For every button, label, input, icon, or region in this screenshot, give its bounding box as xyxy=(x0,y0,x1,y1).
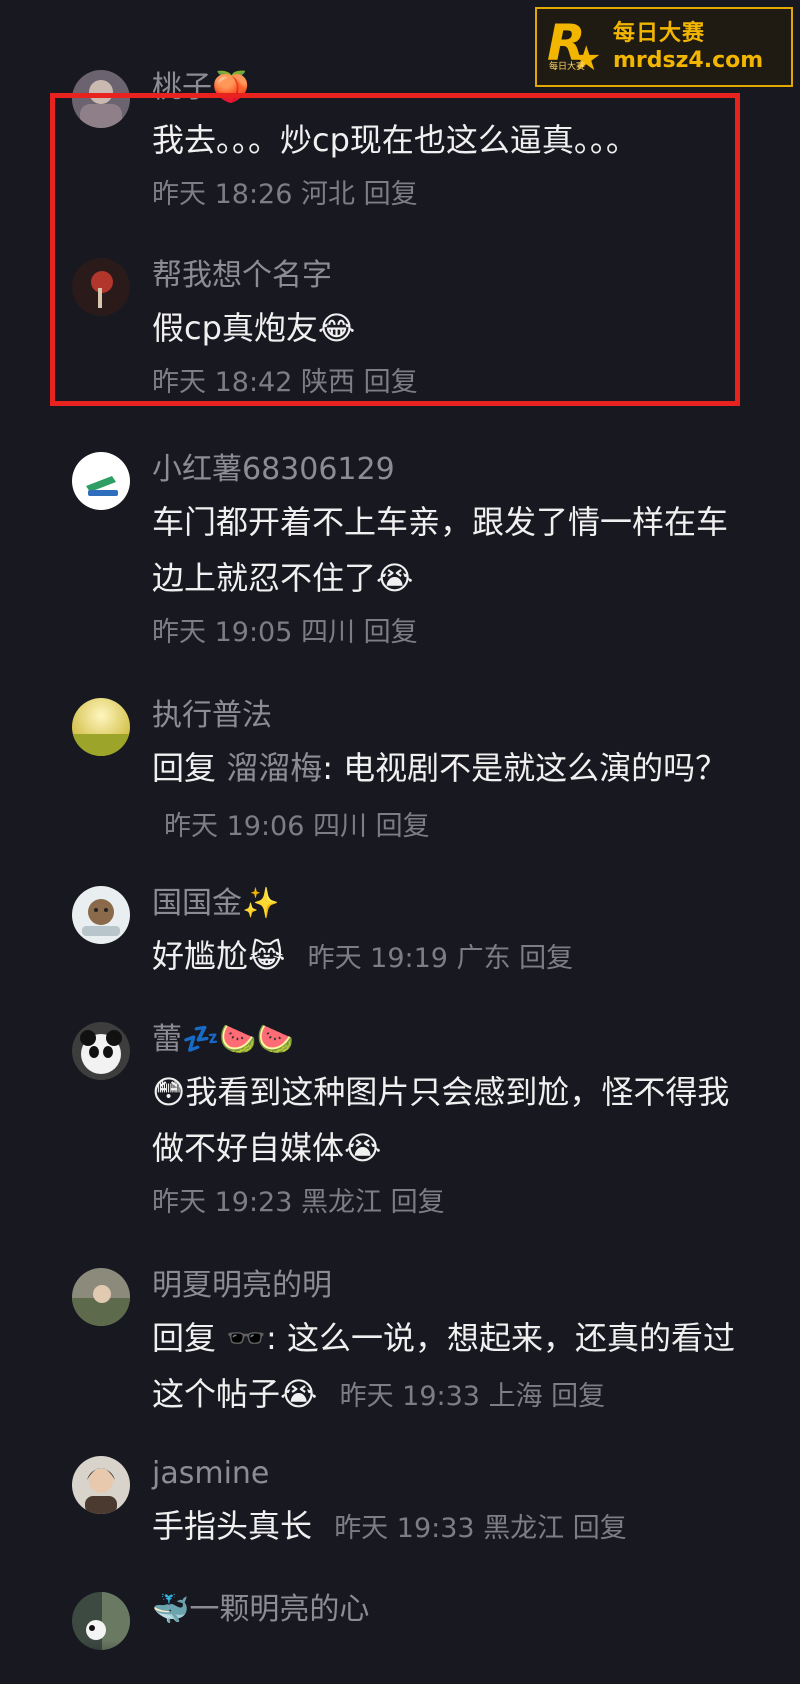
comment-text: 我去。。。炒cp现在也这么逼真。。。 xyxy=(152,121,638,159)
comment-location: 广东 xyxy=(456,943,511,974)
reply-button[interactable]: 回复 xyxy=(364,179,418,210)
bottom-fade xyxy=(0,1640,800,1684)
reply-button[interactable]: 回复 xyxy=(519,943,573,974)
comment-time: 昨天 19:33 xyxy=(339,1381,480,1412)
comment-meta: 昨天 19:23 黑龙江 回复 xyxy=(152,1176,740,1230)
avatar[interactable] xyxy=(72,1456,130,1514)
reply-button[interactable]: 回复 xyxy=(364,367,418,398)
reply-button[interactable]: 回复 xyxy=(376,811,430,842)
comment-time: 昨天 19:23 xyxy=(152,1187,293,1218)
comment-time: 昨天 19:05 xyxy=(152,617,293,648)
avatar[interactable] xyxy=(72,258,130,316)
comment-time: 昨天 19:06 xyxy=(164,811,305,842)
comment-location: 黑龙江 xyxy=(301,1187,382,1218)
comment-location: 四川 xyxy=(301,617,355,648)
watermark-title: 每日大赛 xyxy=(613,20,706,46)
comment-text: 假cp真炮友😂 xyxy=(152,309,356,347)
reply-target-name[interactable]: 🕶️ xyxy=(226,1319,266,1357)
comment-author[interactable]: 执行普法 xyxy=(152,692,740,740)
comment-text: 回复 🕶️: 这么一说，想起来，还真的看过这个帖子😭 昨天 19:33 上海 回… xyxy=(152,1319,735,1413)
reply-button[interactable]: 回复 xyxy=(573,1513,627,1544)
comment-meta: 昨天 18:26 河北 回复 xyxy=(152,168,740,222)
comment-location: 河北 xyxy=(301,179,355,210)
comment-author[interactable]: 🐳一颗明亮的心 xyxy=(152,1586,740,1634)
comment-text: 回复 溜溜梅: 电视剧不是就这么演的吗？ 昨天 19:06 四川 回复 xyxy=(152,749,728,842)
comment-time: 昨天 18:42 xyxy=(152,367,293,398)
avatar[interactable] xyxy=(72,698,130,756)
comment-meta: 昨天 19:19 广东 回复 xyxy=(308,943,574,974)
comment-author[interactable]: 小红薯68306129 xyxy=(152,446,740,494)
comment-location: 上海 xyxy=(488,1381,543,1412)
comment-text: 😳我看到这种图片只会感到尬，怪不得我做不好自媒体😭 xyxy=(152,1073,730,1167)
comment-author[interactable]: 桃子🍑 xyxy=(152,64,740,112)
comment-author[interactable]: 国国金✨ xyxy=(152,880,740,928)
reply-target-name[interactable]: 溜溜梅 xyxy=(226,749,322,787)
comment-meta: 昨天 19:05 四川 回复 xyxy=(152,606,740,660)
avatar[interactable] xyxy=(72,70,130,128)
reply-button[interactable]: 回复 xyxy=(551,1381,605,1412)
comment-meta: 昨天 18:42 陕西 回复 xyxy=(152,356,740,410)
avatar[interactable] xyxy=(72,1268,130,1326)
avatar[interactable] xyxy=(72,1022,130,1080)
avatar[interactable] xyxy=(72,886,130,944)
reply-button[interactable]: 回复 xyxy=(391,1187,445,1218)
comment-location: 陕西 xyxy=(301,367,355,398)
reply-button[interactable]: 回复 xyxy=(364,617,418,648)
comment-text: 车门都开着不上车亲，跟发了情一样在车边上就忍不住了😭 xyxy=(152,503,729,597)
comment-time: 昨天 19:33 xyxy=(334,1513,475,1544)
comment-location: 四川 xyxy=(313,811,367,842)
comment-author[interactable]: 明夏明亮的明 xyxy=(152,1262,740,1310)
comment-text: 手指头真长 昨天 19:33 黑龙江 回复 xyxy=(152,1507,627,1545)
comment-meta: 昨天 19:06 四川 回复 xyxy=(164,811,430,842)
comment-author[interactable]: jasmine xyxy=(152,1450,740,1498)
comment-meta: 昨天 19:33 上海 回复 xyxy=(340,1381,606,1412)
comment-text: 好尴尬😹 昨天 19:19 广东 回复 xyxy=(152,937,574,975)
comment-time: 昨天 18:26 xyxy=(152,179,293,210)
comment-location: 黑龙江 xyxy=(483,1513,565,1544)
comment-author[interactable]: 帮我想个名字 xyxy=(152,252,740,300)
comment-meta: 昨天 19:33 黑龙江 回复 xyxy=(334,1513,627,1544)
avatar[interactable] xyxy=(72,452,130,510)
comment-author[interactable]: 蕾💤🍉🍉 xyxy=(152,1016,740,1064)
comment-time: 昨天 19:19 xyxy=(307,943,448,974)
